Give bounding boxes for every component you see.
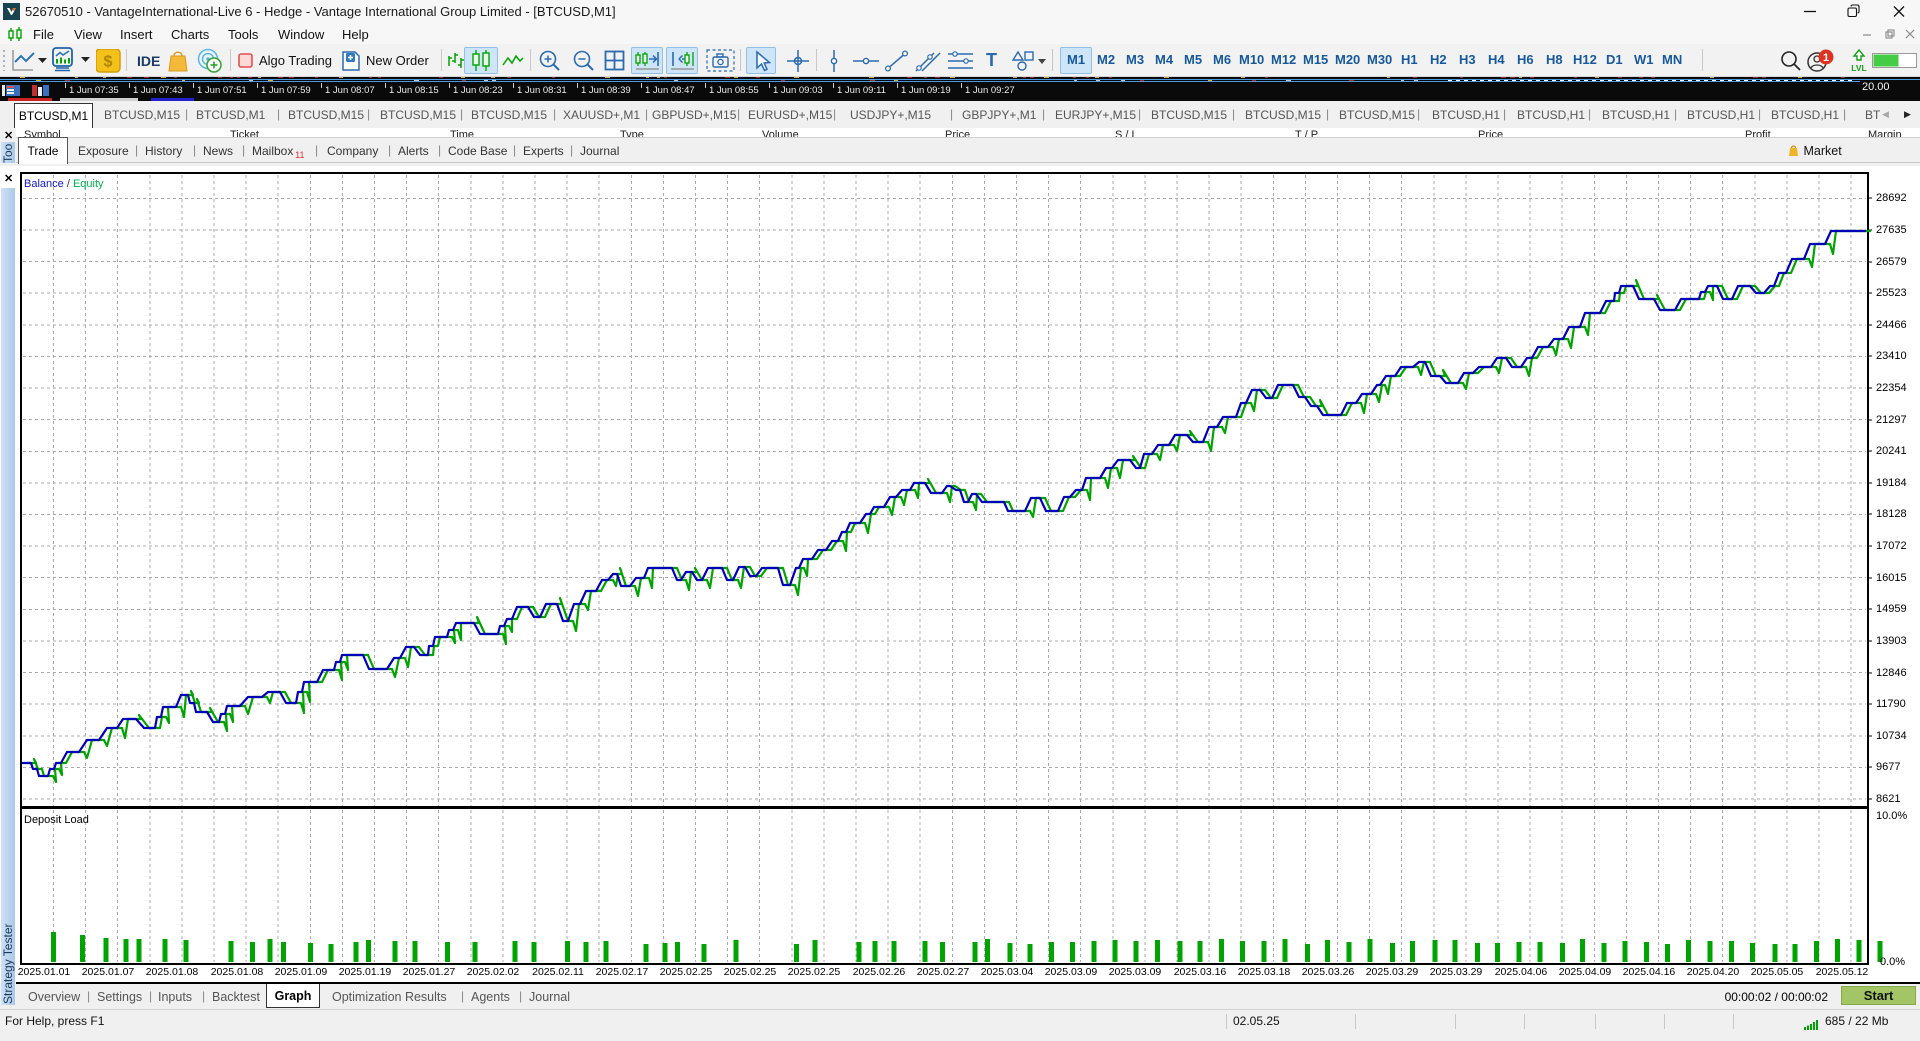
svg-text:Too: Too bbox=[1, 143, 15, 163]
svg-text:LVL: LVL bbox=[1851, 63, 1866, 73]
svg-text:1: 1 bbox=[1823, 52, 1829, 64]
svg-text:$: $ bbox=[104, 54, 113, 71]
svg-text:Strategy Tester: Strategy Tester bbox=[1, 924, 15, 1004]
